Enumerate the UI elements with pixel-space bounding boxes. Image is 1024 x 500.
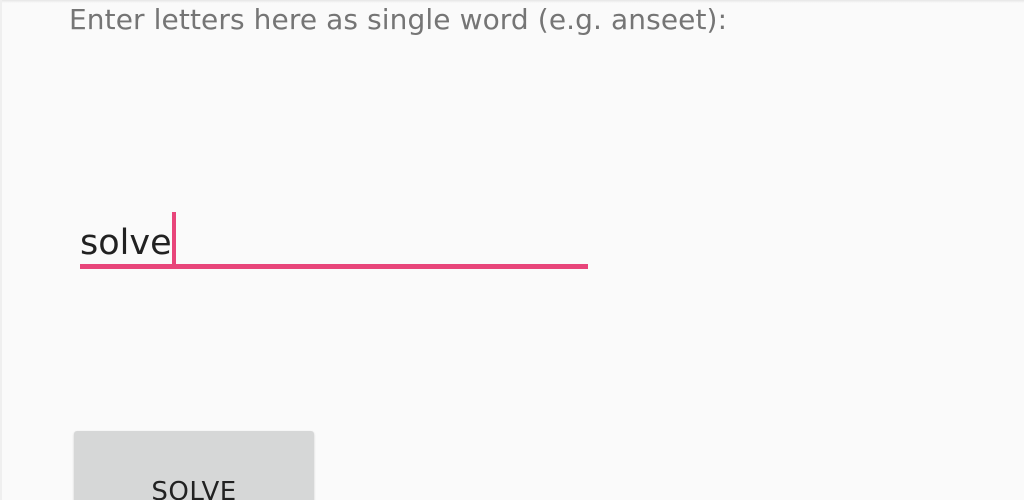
left-edge-divider: [0, 0, 2, 500]
solve-button-label: SOLVE: [151, 477, 237, 500]
input-underline: [80, 264, 588, 269]
letters-input[interactable]: [80, 200, 588, 264]
letters-input-container[interactable]: solve: [80, 200, 588, 272]
instruction-label: Enter letters here as single word (e.g. …: [69, 3, 728, 36]
solve-button[interactable]: SOLVE: [74, 431, 314, 500]
app-screen: Enter letters here as single word (e.g. …: [0, 0, 1024, 500]
